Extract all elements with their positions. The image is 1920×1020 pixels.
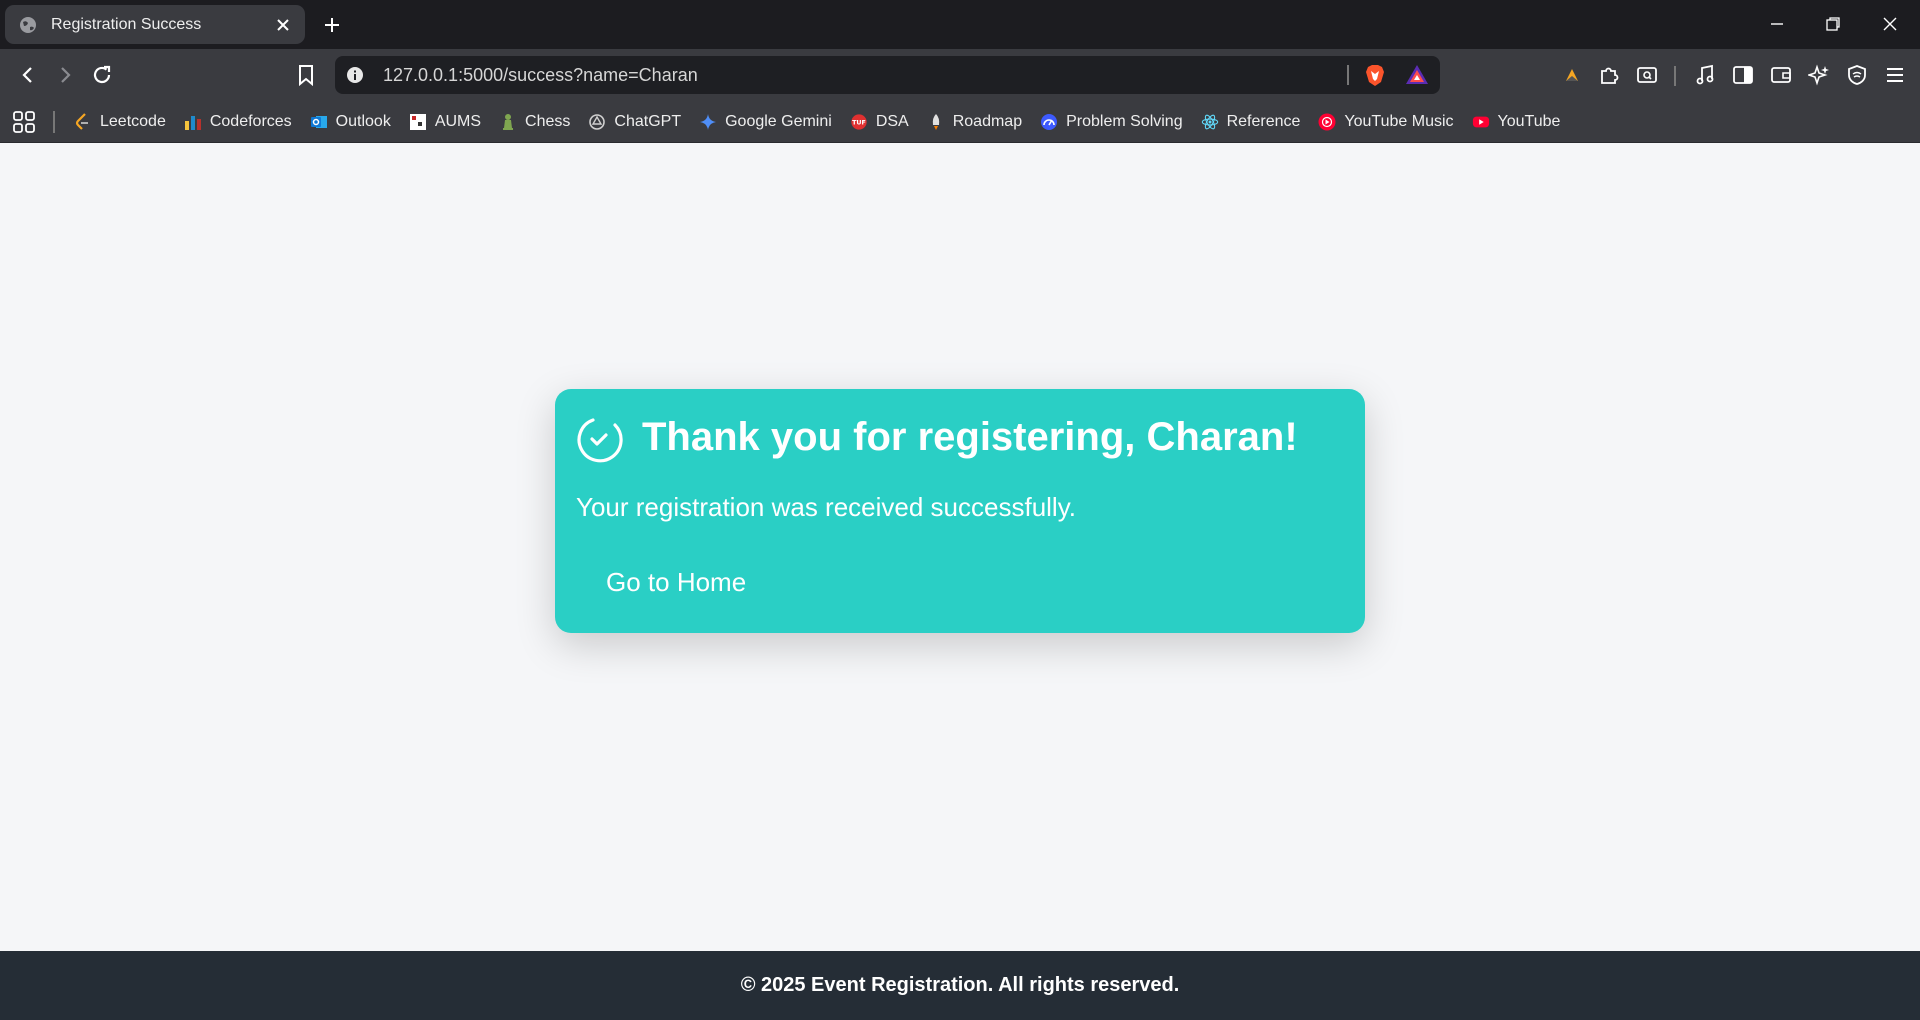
bookmark-label: YouTube [1497, 113, 1561, 130]
browser-tab[interactable]: Registration Success [5, 5, 305, 44]
bookmark-label: AUMS [434, 113, 482, 130]
apps-grid-icon[interactable] [12, 110, 36, 134]
brave-rewards-icon[interactable] [1405, 63, 1429, 87]
reload-icon[interactable] [87, 60, 117, 90]
bookmark-dsa[interactable]: TUF DSA [842, 106, 919, 138]
bookmark-problem-solving[interactable]: Problem Solving [1032, 106, 1193, 138]
site-info-icon[interactable] [346, 66, 364, 84]
success-heading: Thank you for registering, Charan! [642, 415, 1298, 459]
leo-ai-icon[interactable] [1804, 60, 1834, 90]
outlook-icon [310, 113, 328, 131]
chess-icon [499, 113, 517, 131]
screenshot-search-icon[interactable] [1632, 60, 1662, 90]
success-card: Thank you for registering, Charan! Your … [555, 389, 1365, 633]
toolbar-divider [1674, 66, 1676, 86]
bookmark-label: YouTube Music [1344, 113, 1454, 130]
problem-solving-icon [1040, 113, 1058, 131]
url-text: 127.0.0.1:5000/success?name=Charan [383, 65, 698, 85]
bookmark-youtube[interactable]: YouTube [1464, 106, 1571, 138]
bookmark-leetcode[interactable]: Leetcode [66, 106, 176, 138]
react-icon [1201, 113, 1219, 131]
bookmark-label: Chess [525, 113, 571, 130]
bookmark-outlook[interactable]: Outlook [302, 106, 401, 138]
address-bar-divider [1347, 65, 1349, 85]
close-tab-icon[interactable] [273, 15, 293, 35]
vpn-shield-icon[interactable] [1842, 60, 1872, 90]
gemini-icon [699, 113, 717, 131]
bookmark-label: Outlook [335, 113, 391, 130]
rocket-icon [927, 113, 945, 131]
bookmark-codeforces[interactable]: Codeforces [176, 106, 302, 138]
tab-strip: Registration Success [0, 0, 1920, 49]
wallet-icon[interactable] [1766, 60, 1796, 90]
bookmark-label: Problem Solving [1066, 113, 1183, 130]
bookmark-label: Google Gemini [725, 113, 832, 130]
youtube-music-icon [1318, 113, 1336, 131]
brave-shields-icon[interactable] [1363, 63, 1387, 87]
restore-icon[interactable] [1821, 12, 1845, 36]
youtube-icon [1472, 113, 1490, 131]
bookmark-youtube-music[interactable]: YouTube Music [1310, 106, 1463, 138]
check-circle-icon [577, 418, 623, 463]
dsa-icon: TUF [850, 113, 868, 131]
back-icon[interactable] [13, 60, 43, 90]
bookmark-reference[interactable]: Reference [1193, 106, 1311, 138]
tab-title: Registration Success [51, 15, 202, 33]
bookmark-label: Roadmap [952, 113, 1023, 130]
leo-extension-icon[interactable] [1557, 60, 1587, 90]
page-content: Thank you for registering, Charan! Your … [0, 144, 1920, 951]
bookmark-label: DSA [875, 113, 909, 130]
bookmark-label: Leetcode [100, 113, 166, 130]
success-message: Your registration was received successfu… [576, 492, 1077, 522]
bookmark-label: ChatGPT [614, 113, 682, 130]
svg-text:TUF: TUF [852, 120, 866, 127]
menu-icon[interactable] [1880, 60, 1910, 90]
bookmarks-divider [53, 111, 55, 133]
bookmark-google-gemini[interactable]: Google Gemini [691, 106, 842, 138]
footer-text: © 2025 Event Registration. All rights re… [740, 974, 1180, 996]
globe-icon [19, 16, 37, 34]
new-tab-icon[interactable] [320, 13, 344, 37]
bookmark-aums[interactable]: AUMS [401, 106, 491, 138]
go-home-button[interactable]: Go to Home [576, 557, 776, 607]
bookmarks-bar: Leetcode Codeforces Outlook AUMS Chess ChatGP… [0, 101, 1920, 143]
browser-toolbar: 127.0.0.1:5000/success?name=Charan [0, 49, 1920, 101]
bookmark-roadmap[interactable]: Roadmap [919, 106, 1032, 138]
aums-icon [409, 113, 427, 131]
bookmark-chatgpt[interactable]: ChatGPT [580, 106, 691, 138]
chatgpt-icon [588, 113, 606, 131]
minimize-icon[interactable] [1765, 12, 1789, 36]
media-music-icon[interactable] [1690, 60, 1720, 90]
bookmark-label: Reference [1226, 113, 1301, 130]
bookmark-chess[interactable]: Chess [491, 106, 580, 138]
bookmark-label: Codeforces [209, 113, 292, 130]
bookmark-icon[interactable] [291, 60, 321, 90]
page-footer: © 2025 Event Registration. All rights re… [0, 951, 1920, 1020]
bookmark-list: Leetcode Codeforces Outlook AUMS Chess ChatGP… [66, 101, 1570, 143]
codeforces-icon [184, 113, 202, 131]
close-window-icon[interactable] [1878, 12, 1902, 36]
leetcode-icon [74, 113, 92, 131]
forward-icon[interactable] [50, 60, 80, 90]
address-bar[interactable]: 127.0.0.1:5000/success?name=Charan [335, 56, 1440, 94]
extensions-icon[interactable] [1594, 60, 1624, 90]
sidebar-toggle-icon[interactable] [1728, 60, 1758, 90]
